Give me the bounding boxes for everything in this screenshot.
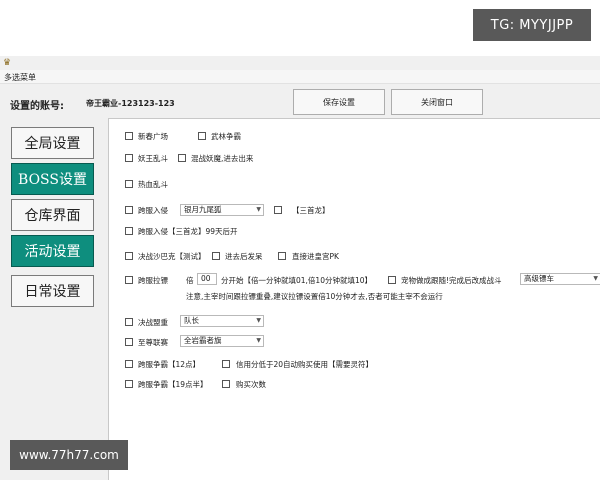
bei-label: 倍 (186, 276, 194, 285)
sidebar-item-warehouse[interactable]: 仓库界面 (11, 199, 94, 231)
sidebar-item-global-settings[interactable]: 全局设置 (11, 127, 94, 159)
liansai-select[interactable]: 全岩霸者旗 ▼ (180, 335, 264, 347)
jinqu-fafa-checkbox[interactable] (212, 252, 220, 260)
kuafu-zhengba-12-checkbox[interactable] (125, 360, 133, 368)
chevron-down-icon: ▼ (593, 275, 598, 282)
xinchun-checkbox[interactable] (125, 132, 133, 140)
wulin-label: 武林争霸 (211, 132, 241, 141)
kuafu-labiao-checkbox[interactable] (125, 276, 133, 284)
wulin-checkbox[interactable] (198, 132, 206, 140)
zhizun-liansai-checkbox[interactable] (125, 338, 133, 346)
hunzhan-label: 混战妖魔,进去出来 (191, 154, 254, 163)
rexue-label: 热血乱斗 (138, 180, 168, 189)
juezhan-shabake-checkbox[interactable] (125, 252, 133, 260)
chongwu-select-value: 高级镖车 (524, 274, 554, 283)
close-window-button[interactable]: 关闭窗口 (391, 89, 483, 115)
menu-item-multiselect[interactable]: 多选菜单 (4, 72, 36, 83)
kuafu-labiao-label: 跨服拉镖 (138, 276, 168, 285)
activity-settings-panel: 新春广场 武林争霸 妖王乱斗 混战妖魔,进去出来 热血乱斗 跨服入侵 银月九尾狐… (108, 118, 600, 480)
kuafu-zhengba-19-label: 跨服争霸【19点半】 (138, 380, 208, 389)
app-window: ♛ 多选菜单 设置的账号: 帝王霸业-123123-123 保存设置 关闭窗口 … (0, 56, 600, 480)
kuafu-ruqin-sanshou-checkbox[interactable] (125, 227, 133, 235)
save-settings-button[interactable]: 保存设置 (293, 89, 385, 115)
sanshoulong-checkbox[interactable] (274, 206, 282, 214)
xinyong-label: 信用分低于20自动购买使用【需要灵符】 (236, 360, 374, 369)
yaowang-checkbox[interactable] (125, 154, 133, 162)
fen-kaishi-label: 分开始【倍一分钟就填01,倍10分钟就填10】 (221, 276, 373, 285)
sidebar-item-activity-settings[interactable]: 活动设置 (11, 235, 94, 267)
chevron-down-icon: ▼ (256, 206, 261, 213)
account-label: 设置的账号: (10, 101, 64, 112)
goumai-checkbox[interactable] (222, 380, 230, 388)
kuafu-ruqin-select-value: 银月九尾狐 (184, 205, 222, 214)
tg-watermark: TG: MYYJJPP (473, 9, 591, 41)
kuafu-ruqin-checkbox[interactable] (125, 206, 133, 214)
jinqu-fafa-label: 进去后发呆 (225, 252, 263, 261)
account-value: 帝王霸业-123123-123 (86, 99, 175, 108)
juezhan-shabake-label: 决战沙巴克【测试】 (138, 252, 206, 261)
chongwu-select[interactable]: 高级镖车 ▼ (520, 273, 600, 285)
site-watermark: www.77h77.com (10, 440, 128, 470)
juezhan-mengzhong-label: 决战盟重 (138, 318, 168, 327)
zhijie-huanggong-label: 直接进皇宫PK (292, 252, 339, 261)
labiao-note: 注意,主宰时间跟拉镖重叠,建议拉镖设置倍10分钟才去,否者可能主宰不会运行 (186, 292, 443, 301)
chongwu-checkbox[interactable] (388, 276, 396, 284)
kuafu-ruqin-select[interactable]: 银月九尾狐 ▼ (180, 204, 264, 216)
sidebar: 全局设置 BOSS设置 仓库界面 活动设置 日常设置 (0, 118, 108, 480)
mengzhong-select[interactable]: 队长 ▼ (180, 315, 264, 327)
xinyong-checkbox[interactable] (222, 360, 230, 368)
chevron-down-icon: ▼ (256, 317, 261, 324)
xinchun-label: 新春广场 (138, 132, 168, 141)
kuafu-zhengba-12-label: 跨服争霸【12点】 (138, 360, 201, 369)
liansai-select-value: 全岩霸者旗 (184, 336, 222, 345)
sidebar-item-boss-settings[interactable]: BOSS设置 (11, 163, 94, 195)
sanshoulong-label: 【三首龙】 (292, 206, 330, 215)
menu-bar: 多选菜单 (0, 70, 600, 84)
hunzhan-checkbox[interactable] (178, 154, 186, 162)
kuafu-ruqin-label: 跨服入侵 (138, 206, 168, 215)
labiao-minute-input[interactable]: 00 (197, 273, 217, 285)
juezhan-mengzhong-checkbox[interactable] (125, 318, 133, 326)
goumai-label: 购买次数 (236, 380, 266, 389)
chongwu-label: 宠物做成跟随!完成后改成战斗 (401, 276, 502, 285)
yaowang-label: 妖王乱斗 (138, 154, 168, 163)
zhijie-huanggong-checkbox[interactable] (278, 252, 286, 260)
app-icon: ♛ (3, 58, 12, 68)
zhizun-liansai-label: 至尊联赛 (138, 338, 168, 347)
sidebar-item-daily-settings[interactable]: 日常设置 (11, 275, 94, 307)
title-bar: ♛ (0, 56, 600, 70)
rexue-checkbox[interactable] (125, 180, 133, 188)
kuafu-zhengba-19-checkbox[interactable] (125, 380, 133, 388)
chevron-down-icon: ▼ (256, 337, 261, 344)
mengzhong-select-value: 队长 (184, 316, 199, 325)
kuafu-ruqin-sanshou-label: 跨服入侵【三首龙】99天后开 (138, 227, 238, 236)
